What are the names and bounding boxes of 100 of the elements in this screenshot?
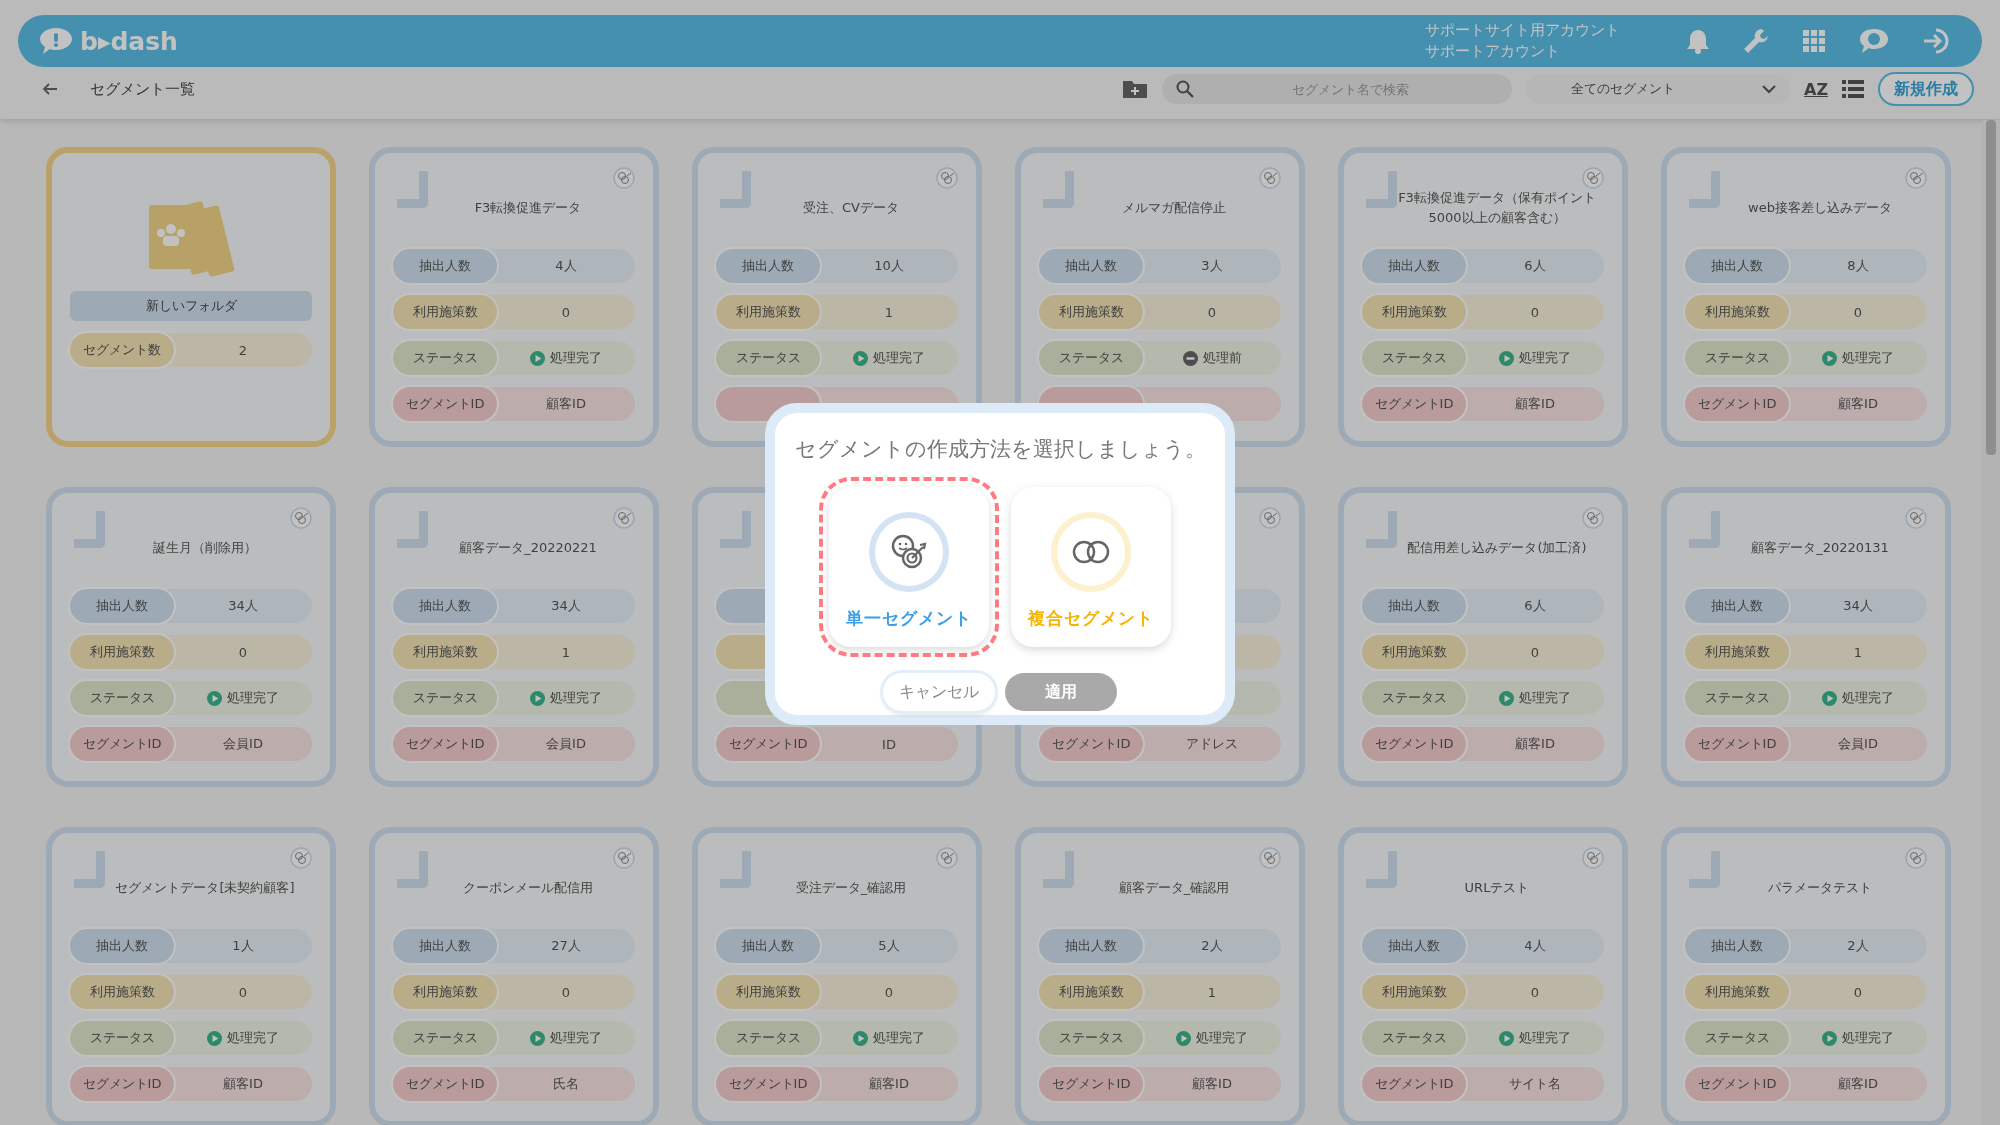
segment-title: 誕生月（削除用） bbox=[153, 539, 257, 557]
segment-title: メルマガ配信停止 bbox=[1122, 199, 1226, 217]
stat-label: 利用施策数 bbox=[393, 295, 497, 329]
stat-label: セグメントID bbox=[1685, 1067, 1789, 1101]
stat-value: 34人 bbox=[551, 597, 581, 615]
stat-label: ステータス bbox=[1685, 341, 1789, 375]
stat-label: 抽出人数 bbox=[393, 589, 497, 623]
stat-value: 会員ID bbox=[546, 735, 586, 753]
stat-label: 利用施策数 bbox=[1362, 295, 1466, 329]
stat-value: 会員ID bbox=[1838, 735, 1878, 753]
stat-label: 抽出人数 bbox=[70, 589, 174, 623]
stat-label: セグメント数 bbox=[70, 333, 174, 367]
stat-value: 処理完了 bbox=[1519, 349, 1571, 367]
stat-value: 10人 bbox=[874, 257, 904, 275]
stat-value: 0 bbox=[561, 984, 571, 1000]
stat-value: 5人 bbox=[878, 937, 900, 955]
segment-title: web接客差し込みデータ bbox=[1748, 199, 1892, 217]
stat-value: 2 bbox=[237, 342, 249, 358]
stat-value: 顧客ID bbox=[1192, 1075, 1232, 1093]
stat-label: 抽出人数 bbox=[1039, 249, 1143, 283]
stat-label: セグメントID bbox=[1362, 727, 1466, 761]
stat-value: 顧客ID bbox=[1515, 395, 1555, 413]
stat-label: 抽出人数 bbox=[70, 929, 174, 963]
stat-value: 処理完了 bbox=[873, 1029, 925, 1047]
stat-value: 0 bbox=[238, 644, 248, 660]
stat-value: 34人 bbox=[1843, 597, 1873, 615]
stat-value: 2人 bbox=[1847, 937, 1869, 955]
stat-value: 0 bbox=[1207, 304, 1217, 320]
stat-label: セグメントID bbox=[1685, 387, 1789, 421]
segment-title: 顧客データ_20220221 bbox=[459, 539, 597, 557]
stat-label: セグメントID bbox=[716, 727, 820, 761]
stat-label: セグメントID bbox=[716, 1067, 820, 1101]
stat-value: 34人 bbox=[228, 597, 258, 615]
stat-label: セグメントID bbox=[393, 1067, 497, 1101]
account-name: サポートアカウント bbox=[1425, 41, 1561, 62]
stat-label: セグメントID bbox=[1039, 1067, 1143, 1101]
stat-label: セグメントID bbox=[1039, 727, 1143, 761]
stat-label: セグメントID bbox=[70, 727, 174, 761]
stat-value: 処理完了 bbox=[227, 1029, 279, 1047]
stat-value: 0 bbox=[1530, 644, 1540, 660]
stat-label: セグメントID bbox=[393, 387, 497, 421]
stat-label: ステータス bbox=[1039, 341, 1143, 375]
segment-title: F3転換促進データ（保有ポイント5000以上の顧客含む） bbox=[1397, 189, 1597, 227]
stat-value: 氏名 bbox=[553, 1075, 579, 1093]
stat-value: 8人 bbox=[1847, 257, 1869, 275]
stat-label: 利用施策数 bbox=[1362, 975, 1466, 1009]
stat-value: 0 bbox=[1530, 304, 1540, 320]
stat-label: 抽出人数 bbox=[716, 249, 820, 283]
stat-value: 1 bbox=[884, 304, 894, 320]
stat-label: 抽出人数 bbox=[1362, 589, 1466, 623]
stat-value: 2人 bbox=[1201, 937, 1223, 955]
segment-title: F3転換促進データ bbox=[474, 199, 582, 217]
stat-label: ステータス bbox=[393, 681, 497, 715]
stat-value: ID bbox=[882, 736, 896, 752]
stat-value: 1 bbox=[1853, 644, 1863, 660]
stat-label: 利用施策数 bbox=[70, 975, 174, 1009]
stat-value: 0 bbox=[1530, 984, 1540, 1000]
stat-label: 利用施策数 bbox=[1685, 975, 1789, 1009]
stat-value: 会員ID bbox=[223, 735, 263, 753]
stat-label: 利用施策数 bbox=[716, 975, 820, 1009]
stat-label: 抽出人数 bbox=[1362, 929, 1466, 963]
stat-value: 処理完了 bbox=[1842, 1029, 1894, 1047]
stat-label: 抽出人数 bbox=[393, 249, 497, 283]
stat-value: 顧客ID bbox=[1838, 1075, 1878, 1093]
account-name: サポートサイト用アカウント bbox=[1425, 20, 1620, 41]
logo-text: b▸dash bbox=[80, 26, 178, 56]
stat-value: 顧客ID bbox=[223, 1075, 263, 1093]
stat-value: 処理前 bbox=[1202, 349, 1242, 367]
stat-label: セグメントID bbox=[70, 1067, 174, 1101]
stat-label: セグメントID bbox=[1362, 1067, 1466, 1101]
stat-label: 抽出人数 bbox=[1685, 249, 1789, 283]
segment-title: 顧客データ_20220131 bbox=[1751, 539, 1889, 557]
stat-value: 4人 bbox=[555, 257, 577, 275]
stat-value: 処理完了 bbox=[1842, 349, 1894, 367]
stat-value: 1人 bbox=[232, 937, 254, 955]
stat-value: 1 bbox=[561, 644, 571, 660]
stat-value: 処理完了 bbox=[1196, 1029, 1248, 1047]
stat-label: ステータス bbox=[393, 341, 497, 375]
stat-label: セグメントID bbox=[1685, 727, 1789, 761]
stat-value: 顧客ID bbox=[869, 1075, 909, 1093]
stat-value: サイト名 bbox=[1509, 1075, 1561, 1093]
stat-label: 抽出人数 bbox=[393, 929, 497, 963]
stat-value: 0 bbox=[1853, 304, 1863, 320]
segment-title: セグメントデータ[未契約顧客] bbox=[115, 879, 295, 897]
stat-value: アドレス bbox=[1186, 735, 1238, 753]
stat-value: 4人 bbox=[1524, 937, 1546, 955]
segment-title: URLテスト bbox=[1464, 879, 1530, 897]
stat-label: ステータス bbox=[70, 1021, 174, 1055]
stat-label: 利用施策数 bbox=[1685, 295, 1789, 329]
stat-label: セグメントID bbox=[1362, 387, 1466, 421]
stat-label: 利用施策数 bbox=[1039, 975, 1143, 1009]
stat-label: 利用施策数 bbox=[1039, 295, 1143, 329]
stat-label: 利用施策数 bbox=[716, 295, 820, 329]
stat-value: 1 bbox=[1207, 984, 1217, 1000]
segment-title: 顧客データ_確認用 bbox=[1118, 879, 1230, 897]
stat-label: ステータス bbox=[716, 341, 820, 375]
stat-value: 処理完了 bbox=[550, 689, 602, 707]
stat-value: 0 bbox=[561, 304, 571, 320]
segment-title: クーポンメール配信用 bbox=[463, 879, 593, 897]
stat-label: ステータス bbox=[716, 1021, 820, 1055]
